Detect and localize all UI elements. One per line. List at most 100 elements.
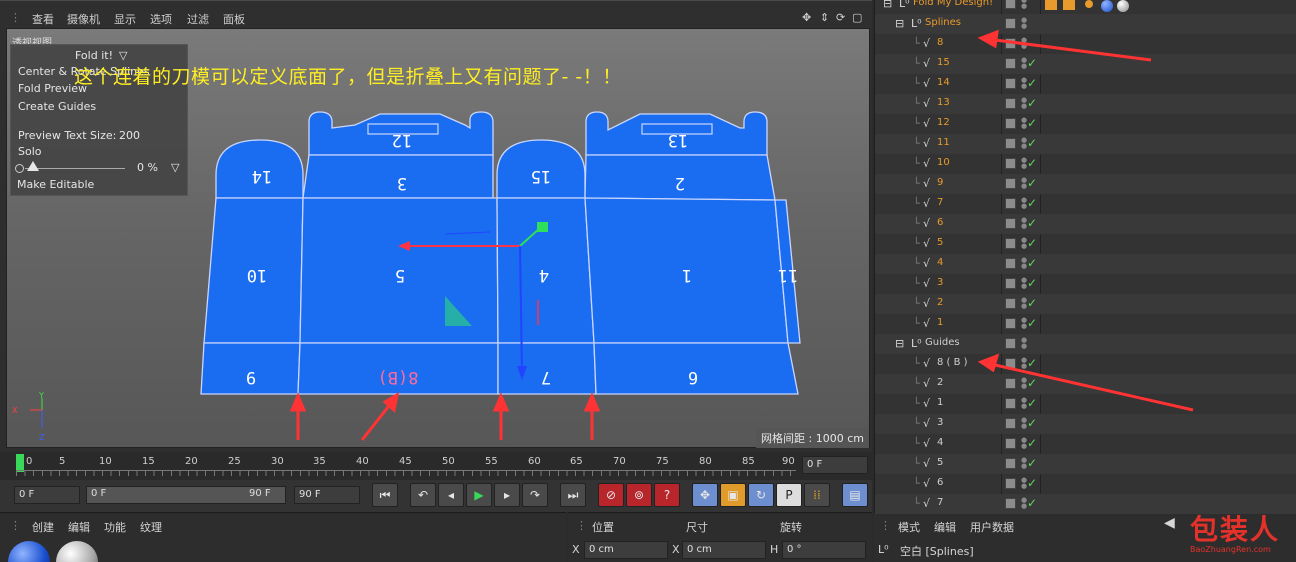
back-arrow-icon[interactable]: ◀ — [1164, 515, 1175, 531]
annotation-text: 这个连着的刀模可以定义底面了，但是折叠上又有问题了- -！！ — [74, 66, 622, 88]
panel-label-12: 12 — [392, 130, 412, 150]
panel-label-8b: 8(B) — [378, 367, 419, 387]
tick-label: 85 — [742, 456, 755, 467]
panel-label-9: 9 — [246, 367, 256, 387]
material-swatch-white[interactable] — [56, 541, 98, 562]
annotation-arrows — [977, 29, 1194, 412]
tick-label: 35 — [313, 456, 326, 467]
x-size-field[interactable]: 0 cm — [682, 541, 766, 559]
menu-user-data[interactable]: 用户数据 — [970, 519, 1014, 535]
play-button[interactable]: ▶ — [466, 483, 492, 507]
end-frame-field[interactable]: 90 F — [294, 486, 360, 504]
panel-label-3: 3 — [397, 173, 407, 193]
timeline-ruler[interactable]: 0 5 10 15 20 25 30 35 40 45 50 55 60 65 … — [0, 452, 872, 480]
tick-label: 5 — [59, 456, 66, 467]
grip-icon: ⋮ — [10, 519, 21, 532]
tick-label: 10 — [99, 456, 112, 467]
scale-key-icon[interactable]: ▣ — [720, 483, 746, 507]
next-key-button[interactable]: ↷ — [522, 483, 548, 507]
panel-label-15: 15 — [531, 166, 551, 186]
coordinates-manager: ⋮ 位置 尺寸 旋转 X 0 cm X 0 cm H 0 ° — [568, 512, 872, 562]
solo-slider-track[interactable] — [25, 168, 125, 169]
panel-label-7: 7 — [541, 367, 551, 387]
menu-create[interactable]: 创建 — [32, 519, 54, 535]
watermark-brand: 包装人 — [1190, 513, 1281, 546]
range-start-label: 0 F — [91, 488, 107, 499]
tick-label: 65 — [570, 456, 583, 467]
x-size-label: X — [672, 543, 680, 556]
go-to-end-button[interactable]: ⏭ — [560, 483, 586, 507]
record-key-button[interactable]: ⊘ — [598, 483, 624, 507]
h-rotation-label: H — [770, 543, 779, 556]
slider-value: 0 % — [137, 161, 158, 174]
tick-label: 50 — [442, 456, 455, 467]
x-axis-label: X — [572, 543, 580, 556]
position-header: 位置 — [592, 521, 614, 534]
solo-radio[interactable] — [15, 164, 24, 173]
parameter-key-icon[interactable]: P — [776, 483, 802, 507]
solo-label: Solo — [18, 145, 42, 158]
next-frame-button[interactable]: ▸ — [494, 483, 520, 507]
panel-label-11: 11 — [778, 265, 798, 285]
frame-range-slider[interactable]: 0 F 90 F — [86, 486, 286, 504]
watermark-url: BaoZhuangRen.com — [1190, 545, 1271, 554]
material-swatch-blue[interactable] — [8, 541, 50, 562]
tick-label: 0 — [26, 456, 33, 467]
panel-label-4: 4 — [539, 265, 549, 285]
panel-label-1: 1 — [682, 265, 692, 285]
chevron-down-icon[interactable]: ▽ — [119, 49, 127, 62]
pla-key-icon[interactable]: ⁞⁞ — [804, 483, 830, 507]
menu-edit[interactable]: 编辑 — [934, 519, 956, 535]
svg-text:X: X — [12, 406, 18, 415]
h-rotation-field[interactable]: 0 ° — [782, 541, 866, 559]
preview-text-size-value[interactable]: 200 — [119, 129, 140, 142]
null-object-icon: L⁰ — [878, 543, 889, 556]
grip-icon: ⋮ — [576, 519, 587, 532]
tick-label: 80 — [699, 456, 712, 467]
tick-label: 90 — [782, 456, 795, 467]
object-manager: ⊟ L⁰ Fold My Design! ● ● ⊟ L⁰ Splines ● ● └ √ 8 ● ● └ √ 1… — [874, 0, 1296, 514]
create-guides-button[interactable]: Create Guides — [18, 100, 96, 113]
selected-object-name: 空白 [Splines] — [900, 545, 974, 558]
x-position-field[interactable]: 0 cm — [584, 541, 668, 559]
panel-label-6: 6 — [688, 367, 698, 387]
tick-label: 20 — [185, 456, 198, 467]
menu-texture[interactable]: 纹理 — [140, 519, 162, 535]
svg-text:Z: Z — [39, 433, 45, 442]
fold-it-title[interactable]: Fold it! — [75, 49, 113, 62]
keyframe-selection-button[interactable]: ? — [654, 483, 680, 507]
tick-label: 60 — [528, 456, 541, 467]
tick-label: 55 — [485, 456, 498, 467]
tick-label: 70 — [613, 456, 626, 467]
make-editable-button[interactable]: Make Editable — [17, 178, 94, 191]
tick-label: 25 — [228, 456, 241, 467]
timeline-ticks — [16, 470, 796, 476]
grid-spacing-label: 网格间距 : 1000 cm — [756, 428, 869, 448]
go-to-start-button[interactable]: ⏮ — [372, 483, 398, 507]
move-key-icon[interactable]: ✥ — [692, 483, 718, 507]
panel-label-10: 10 — [247, 265, 267, 285]
film-strip-icon[interactable]: ▤ — [842, 483, 868, 507]
start-frame-field[interactable]: 0 F — [14, 486, 80, 504]
autokey-button[interactable]: ⊚ — [626, 483, 652, 507]
menu-edit[interactable]: 编辑 — [68, 519, 90, 535]
tick-label: 15 — [142, 456, 155, 467]
menu-function[interactable]: 功能 — [104, 519, 126, 535]
panel-label-2: 2 — [675, 173, 685, 193]
dropdown-arrow-icon[interactable]: ▽ — [171, 161, 179, 174]
rotation-header: 旋转 — [780, 521, 802, 534]
range-end-label: 90 F — [249, 488, 271, 499]
prev-frame-button[interactable]: ◂ — [438, 483, 464, 507]
svg-text:Y: Y — [38, 391, 44, 400]
material-manager: ⋮ 创建 编辑 功能 纹理 — [0, 512, 566, 562]
tick-label: 75 — [656, 456, 669, 467]
tick-label: 40 — [356, 456, 369, 467]
panel-label-14: 14 — [252, 166, 272, 186]
menu-mode[interactable]: 模式 — [898, 519, 920, 535]
grip-icon: ⋮ — [880, 519, 891, 532]
panel-label-5: 5 — [395, 265, 405, 285]
rotate-key-icon[interactable]: ↻ — [748, 483, 774, 507]
current-frame-field[interactable]: 0 F — [802, 456, 868, 474]
slider-handle-icon[interactable] — [27, 161, 39, 171]
prev-key-button[interactable]: ↶ — [410, 483, 436, 507]
